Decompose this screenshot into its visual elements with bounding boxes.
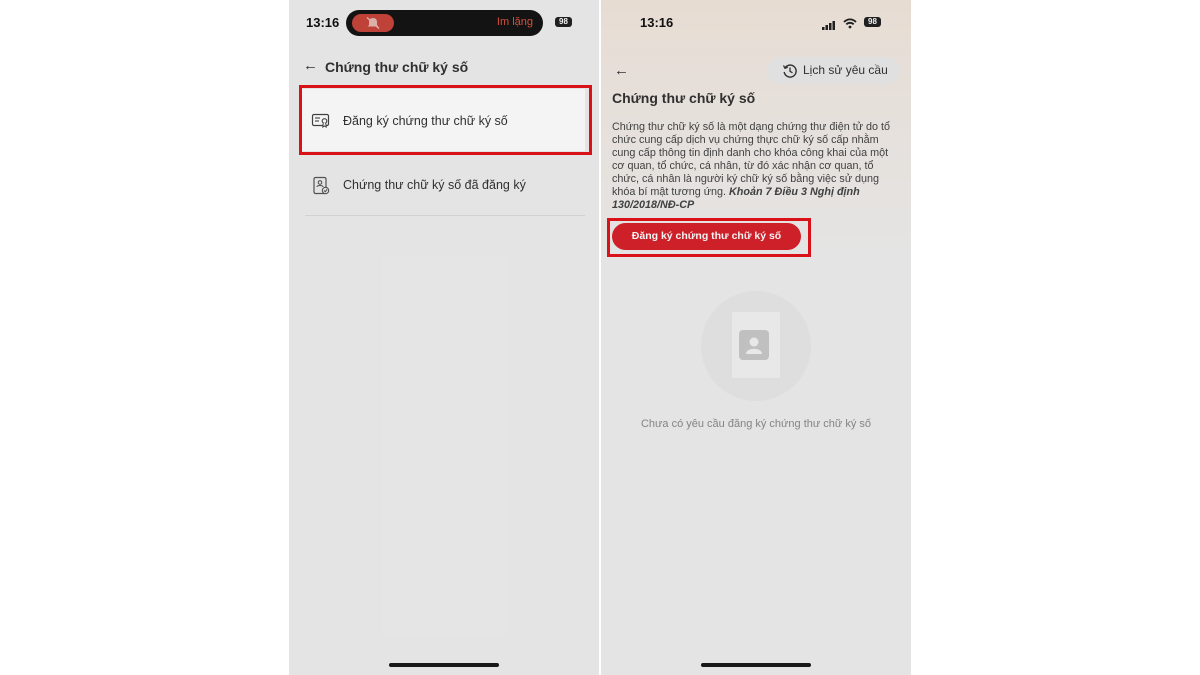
highlight-frame <box>299 85 592 155</box>
battery-indicator: 98 <box>555 17 572 27</box>
right-phone-screen: 13:16 98 ← Lịch sử yêu cầu Chứng thư chữ… <box>601 0 911 675</box>
silent-mode-label: Im lặng <box>496 16 533 28</box>
status-time: 13:16 <box>306 15 340 30</box>
arrow-left-icon[interactable]: ← <box>303 57 318 74</box>
history-label: Lịch sử yêu cầu <box>803 63 888 77</box>
registered-certificate-icon <box>311 176 331 196</box>
home-indicator <box>389 663 499 667</box>
menu-item-registered-certificates[interactable]: Chứng thư chữ ký số đã đăng ký <box>301 160 585 212</box>
history-icon <box>782 63 798 84</box>
battery-indicator: 98 <box>864 17 881 27</box>
home-indicator <box>701 663 811 667</box>
section-title: Chứng thư chữ ký số <box>612 90 756 106</box>
signal-icon <box>822 17 836 35</box>
empty-state-text: Chưa có yêu cầu đăng ký chứng thư chữ ký… <box>640 418 872 430</box>
status-time: 13:16 <box>640 15 674 30</box>
silent-bell-icon <box>352 14 394 32</box>
wifi-icon <box>843 16 857 34</box>
menu-item-label: Chứng thư chữ ký số đã đăng ký <box>343 178 526 192</box>
history-button[interactable]: Lịch sử yêu cầu <box>767 57 900 84</box>
dynamic-island: Im lặng <box>346 10 543 36</box>
left-phone-screen: 13:16 Im lặng 98 ← Chứng thư chữ ký số Đ… <box>289 0 599 675</box>
arrow-left-icon[interactable]: ← <box>614 62 629 79</box>
page-title: Chứng thư chữ ký số <box>325 59 469 75</box>
avatar-placeholder-icon <box>739 330 769 360</box>
divider <box>305 215 585 216</box>
description-text: Chứng thư chữ ký số là một dạng chứng th… <box>612 121 902 212</box>
highlight-frame <box>607 218 811 257</box>
